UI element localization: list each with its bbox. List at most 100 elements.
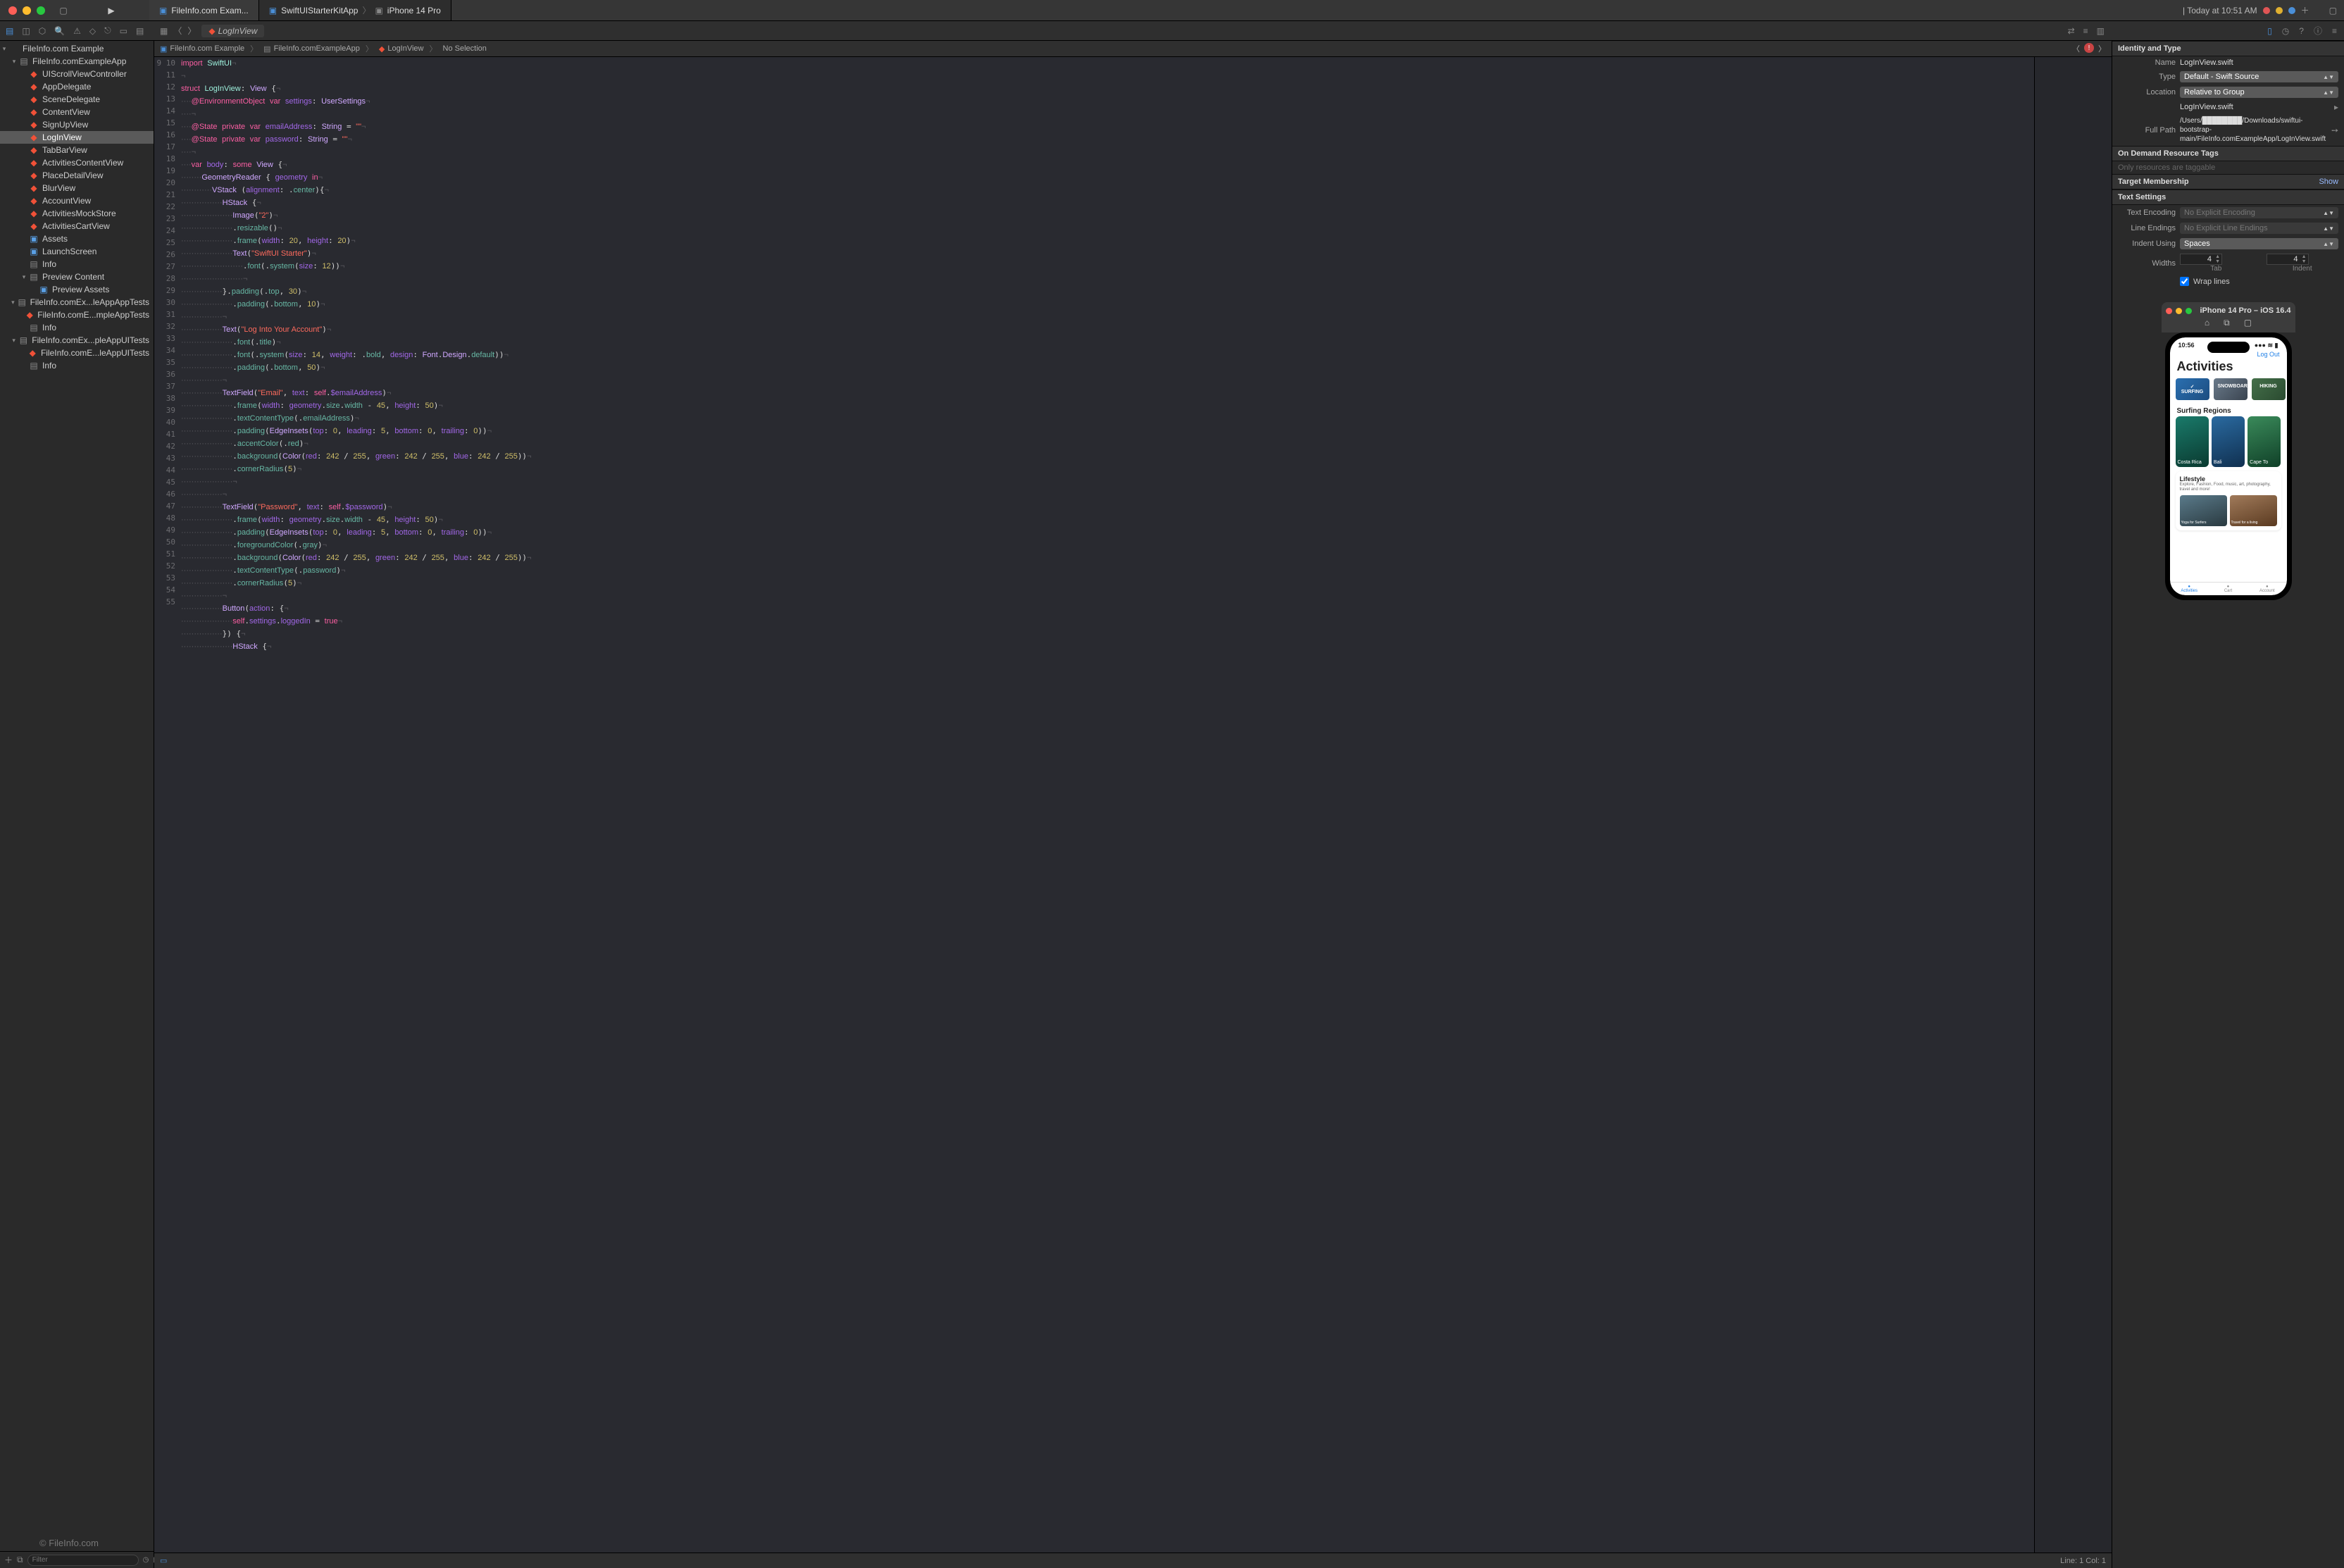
- reveal-path-icon[interactable]: ➙: [2331, 125, 2338, 135]
- sim-life-card[interactable]: Travel for a living: [2230, 495, 2277, 526]
- zoom-window[interactable]: [37, 6, 45, 15]
- nav-item-placedetailview[interactable]: ◆PlaceDetailView: [0, 169, 154, 182]
- target-show-button[interactable]: Show: [2319, 178, 2338, 186]
- code-content[interactable]: import SwiftUI¬ ¬ struct LogInView: View…: [181, 57, 2034, 1553]
- nav-item-scenedelegate[interactable]: ◆SceneDelegate: [0, 93, 154, 106]
- scheme-tab[interactable]: ▣ FileInfo.com Exam...: [149, 0, 259, 20]
- sidebar-toggle-icon[interactable]: ▢: [54, 6, 73, 15]
- nav-item-loginview[interactable]: ◆LogInView: [0, 131, 154, 144]
- add-target-icon[interactable]: ＋: [4, 1554, 13, 1566]
- attributes-inspector-icon[interactable]: ⓘ: [2314, 25, 2322, 37]
- inspector-panel: Identity and Type NameLogInView.swift Ty…: [2112, 41, 2344, 1568]
- sim-logout-button[interactable]: Log Out: [2257, 351, 2279, 358]
- sim-tab[interactable]: ●Cart: [2209, 583, 2248, 595]
- nav-item-fileinfo-comexampleapp[interactable]: ▾▤FileInfo.comExampleApp: [0, 55, 154, 68]
- sim-life-card[interactable]: Yoga for Surfers: [2180, 495, 2227, 526]
- minimize-window[interactable]: [23, 6, 31, 15]
- sim-tab[interactable]: ●Activities: [2170, 583, 2209, 595]
- sim-tab[interactable]: ●Account: [2248, 583, 2286, 595]
- minimap[interactable]: [2034, 57, 2112, 1553]
- sim-region-card[interactable]: Cape To: [2248, 416, 2281, 467]
- sim-chip[interactable]: HIKING: [2252, 378, 2286, 400]
- nav-item-fileinfo-come-mpleapptests[interactable]: ◆FileInfo.comE...mpleAppTests: [0, 309, 154, 321]
- nav-item-launchscreen[interactable]: ▣LaunchScreen: [0, 245, 154, 258]
- nav-item-info[interactable]: ▤Info: [0, 359, 154, 372]
- source-control-nav-icon[interactable]: ◫: [22, 26, 30, 36]
- add-editor-icon[interactable]: ▥: [2097, 26, 2105, 36]
- forward-icon[interactable]: 〉: [187, 25, 196, 37]
- test-nav-icon[interactable]: ◇: [89, 26, 96, 36]
- add-tab-icon[interactable]: ＋: [2301, 4, 2309, 16]
- wrap-lines-checkbox[interactable]: [2180, 277, 2189, 286]
- nav-item-contentview[interactable]: ◆ContentView: [0, 106, 154, 118]
- location-select[interactable]: Relative to Group▲▼: [2180, 87, 2338, 98]
- filter-scope-icon[interactable]: ⧉: [17, 1555, 23, 1565]
- file-inspector-icon[interactable]: ▯: [2267, 26, 2272, 36]
- symbol-nav-icon[interactable]: ⬡: [39, 26, 46, 36]
- debug-area-toggle-icon[interactable]: ▭: [160, 1556, 167, 1565]
- prev-issue-icon[interactable]: 〈: [2072, 43, 2080, 54]
- nav-item-blurview[interactable]: ◆BlurView: [0, 182, 154, 194]
- nav-item-accountview[interactable]: ◆AccountView: [0, 194, 154, 207]
- nav-item-info[interactable]: ▤Info: [0, 258, 154, 270]
- nav-item-signupview[interactable]: ◆SignUpView: [0, 118, 154, 131]
- sim-chip[interactable]: SNOWBOARD: [2214, 378, 2248, 400]
- sim-rotate-icon[interactable]: ▢: [2244, 318, 2252, 328]
- sim-region-card[interactable]: Bali: [2212, 416, 2245, 467]
- indent-width-input[interactable]: 4▲▼: [2267, 254, 2309, 265]
- navigator-filter-input[interactable]: [27, 1555, 139, 1566]
- nav-item-fileinfo-come-leappuitests[interactable]: ◆FileInfo.comE...leAppUITests: [0, 347, 154, 359]
- sim-region-card[interactable]: Costa Rica: [2176, 416, 2209, 467]
- indent-using-select[interactable]: Spaces▲▼: [2180, 238, 2338, 249]
- sim-close[interactable]: [2166, 308, 2172, 314]
- nav-item-fileinfo-comex-pleappuitests[interactable]: ▾▤FileInfo.comEx...pleAppUITests: [0, 334, 154, 347]
- choose-path-icon[interactable]: ▸: [2334, 102, 2338, 112]
- destination-tab[interactable]: ▣ SwiftUIStarterKitApp 〉 ▣ iPhone 14 Pro: [259, 0, 451, 20]
- code-review-icon[interactable]: ⇄: [2068, 26, 2075, 36]
- close-window[interactable]: [8, 6, 17, 15]
- nav-item-appdelegate[interactable]: ◆AppDelegate: [0, 80, 154, 93]
- recent-filter-icon[interactable]: ◷: [143, 1556, 149, 1564]
- project-nav-icon[interactable]: ▤: [6, 26, 13, 36]
- library-icon[interactable]: ▢: [2329, 6, 2337, 15]
- nav-item-activitiescontentview[interactable]: ◆ActivitiesContentView: [0, 156, 154, 169]
- help-inspector-icon[interactable]: ?: [2299, 26, 2304, 36]
- debug-nav-icon[interactable]: ⎋: [104, 25, 111, 36]
- issue-nav-icon[interactable]: ⚠: [73, 26, 81, 36]
- nav-item-fileinfo-com-example[interactable]: ▾▣FileInfo.com Example: [0, 42, 154, 55]
- nav-item-activitiesmockstore[interactable]: ◆ActivitiesMockStore: [0, 207, 154, 220]
- text-encoding-select[interactable]: No Explicit Encoding▲▼: [2180, 207, 2338, 218]
- back-icon[interactable]: 〈: [173, 25, 182, 37]
- menu-icon[interactable]: ≡: [2332, 26, 2337, 36]
- related-items-icon[interactable]: ▦: [160, 26, 168, 36]
- error-indicator-icon[interactable]: [2263, 7, 2270, 14]
- nav-item-tabbarview[interactable]: ◆TabBarView: [0, 144, 154, 156]
- run-button-icon[interactable]: ▶: [101, 6, 121, 15]
- breakpoint-nav-icon[interactable]: ▭: [120, 26, 127, 36]
- line-endings-select[interactable]: No Explicit Line Endings▲▼: [2180, 223, 2338, 234]
- nav-item-fileinfo-comex-leappapptests[interactable]: ▾▤FileInfo.comEx...leAppAppTests: [0, 296, 154, 309]
- history-inspector-icon[interactable]: ◷: [2282, 26, 2289, 36]
- sim-min[interactable]: [2176, 308, 2182, 314]
- warning-indicator-icon[interactable]: [2276, 7, 2283, 14]
- jump-bar[interactable]: ▣FileInfo.com Example 〉▤FileInfo.comExam…: [154, 41, 2112, 57]
- adjust-editor-icon[interactable]: ≡: [2083, 26, 2088, 36]
- find-nav-icon[interactable]: 🔍: [54, 26, 65, 36]
- nav-item-uiscrollviewcontroller[interactable]: ◆UIScrollViewController: [0, 68, 154, 80]
- next-issue-icon[interactable]: 〉: [2098, 43, 2106, 54]
- nav-item-info[interactable]: ▤Info: [0, 321, 154, 334]
- nav-item-preview-assets[interactable]: ▣Preview Assets: [0, 283, 154, 296]
- sim-chip[interactable]: ✓ SURFING: [2176, 378, 2209, 400]
- activity-indicator-icon[interactable]: [2288, 7, 2295, 14]
- error-badge-icon[interactable]: !: [2084, 43, 2094, 53]
- sim-zoom[interactable]: [2186, 308, 2192, 314]
- report-nav-icon[interactable]: ▤: [136, 26, 144, 36]
- nav-item-preview-content[interactable]: ▾▤Preview Content: [0, 270, 154, 283]
- sim-screenshot-icon[interactable]: ⧉: [2224, 318, 2230, 328]
- nav-item-activitiescartview[interactable]: ◆ActivitiesCartView: [0, 220, 154, 232]
- sim-home-icon[interactable]: ⌂: [2205, 318, 2209, 328]
- file-type-select[interactable]: Default - Swift Source▲▼: [2180, 71, 2338, 82]
- editor-tab[interactable]: ◆ LogInView: [201, 25, 264, 37]
- nav-item-assets[interactable]: ▣Assets: [0, 232, 154, 245]
- tab-width-input[interactable]: 4▲▼: [2180, 254, 2222, 265]
